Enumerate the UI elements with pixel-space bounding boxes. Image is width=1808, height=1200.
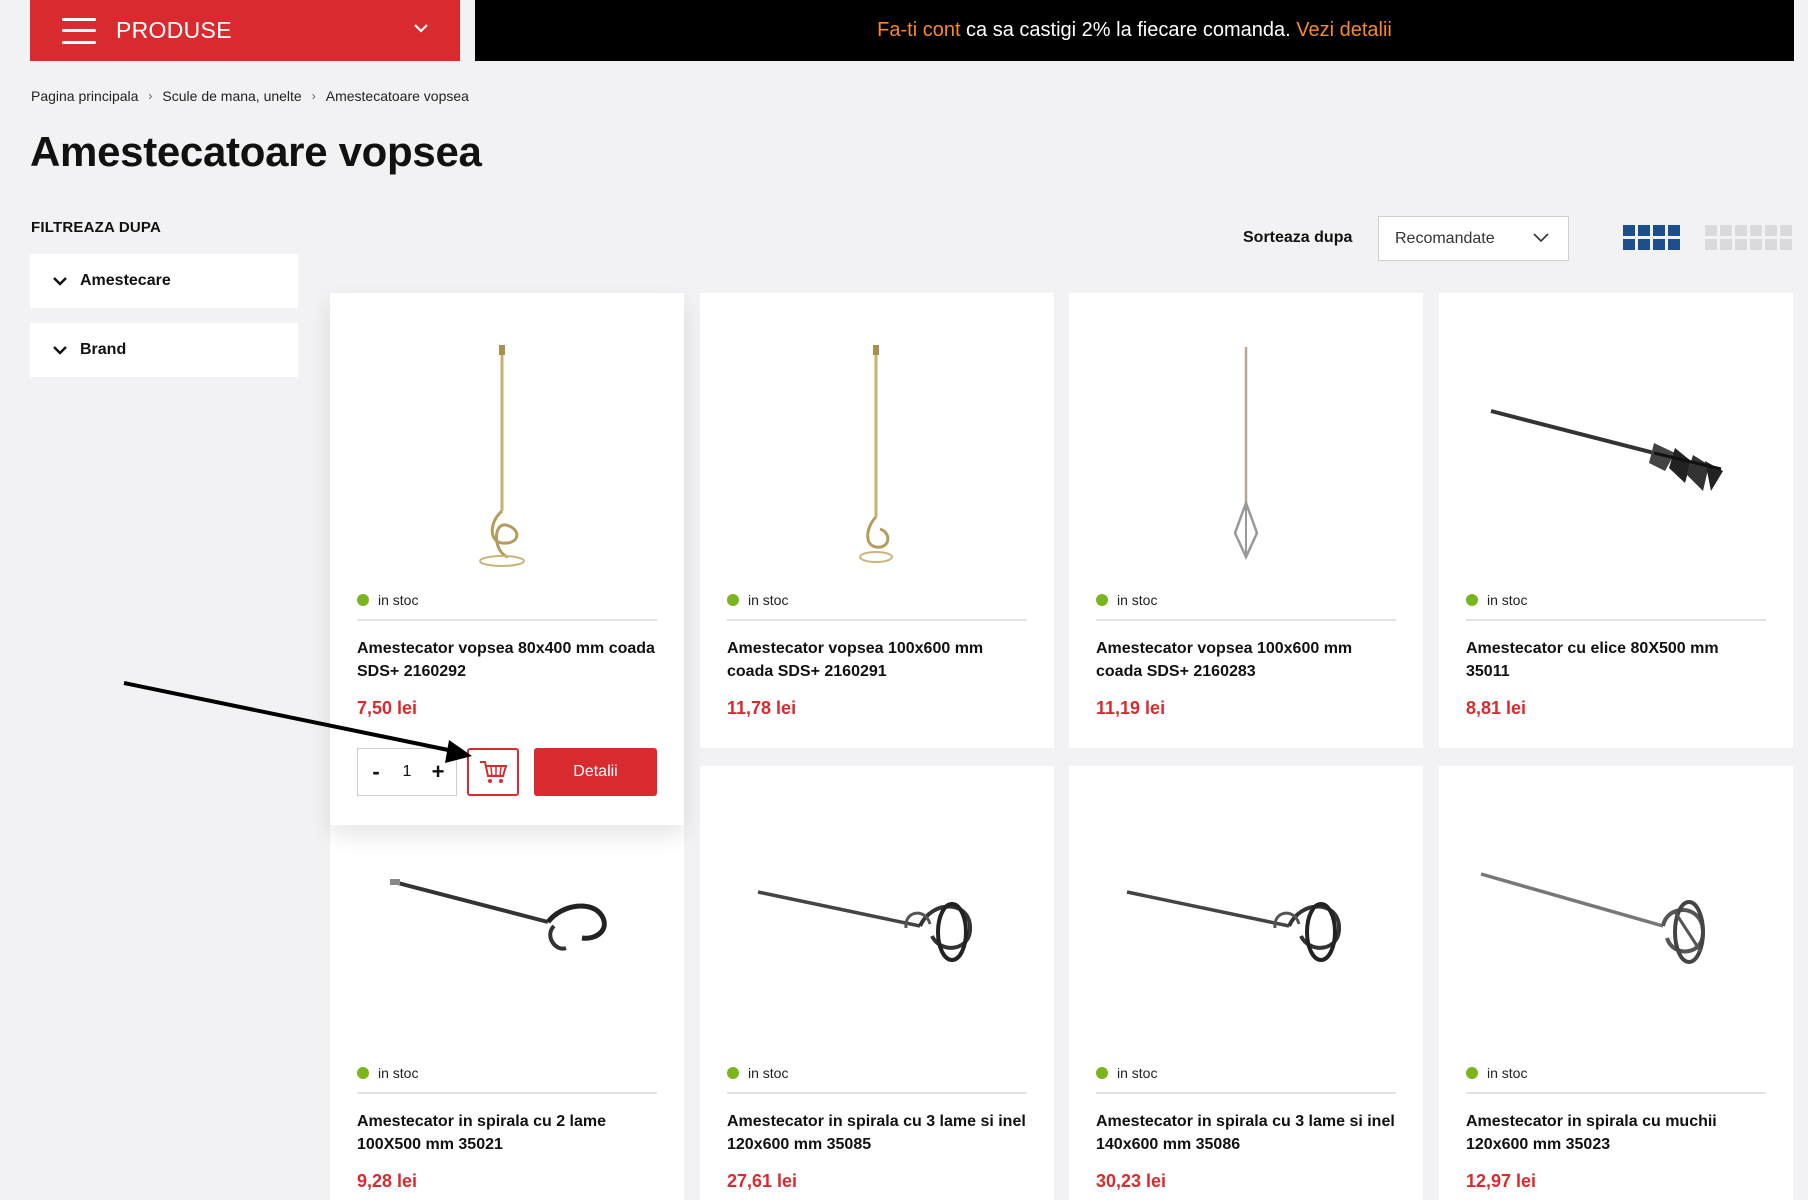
product-price: 11,78 lei: [727, 698, 797, 718]
divider: [357, 619, 657, 621]
filter-label: Amestecare: [80, 272, 171, 289]
in-stock-dot-icon: [357, 594, 369, 606]
breadcrumb: Pagina principala › Scule de mana, unelt…: [31, 88, 469, 104]
sort-selected-value: Recomandate: [1395, 229, 1495, 247]
product-card[interactable]: in stoc Amestecator vopsea 100x600 mm co…: [700, 293, 1054, 748]
sort-label: Sorteaza dupa: [1243, 229, 1353, 246]
stock-status: in stoc: [727, 592, 788, 608]
product-name[interactable]: Amestecator cu elice 80X500 mm 35011: [1466, 637, 1766, 683]
in-stock-dot-icon: [727, 1067, 739, 1079]
products-menu-button[interactable]: PRODUSE: [30, 0, 460, 61]
in-stock-dot-icon: [1096, 594, 1108, 606]
promo-banner: Fa-ti cont ca sa castigi 2% la fiecare c…: [475, 0, 1794, 61]
product-card[interactable]: in stoc Amestecator in spirala cu 3 lame…: [700, 766, 1054, 1200]
product-name[interactable]: Amestecator vopsea 100x600 mm coada SDS+…: [727, 637, 1027, 683]
stock-status: in stoc: [1466, 592, 1527, 608]
hamburger-icon: [62, 17, 96, 44]
breadcrumb-current: Amestecatoare vopsea: [325, 88, 469, 104]
breadcrumb-category[interactable]: Scule de mana, unelte: [162, 88, 301, 104]
product-image[interactable]: [1069, 293, 1423, 578]
product-image[interactable]: [1069, 766, 1423, 1051]
product-card[interactable]: in stoc Amestecator vopsea 80x400 mm coa…: [330, 293, 684, 825]
create-account-link[interactable]: Fa-ti cont: [877, 19, 960, 42]
product-name[interactable]: Amestecator in spirala cu 3 lame si inel…: [727, 1110, 1027, 1156]
divider: [1096, 1092, 1396, 1094]
stock-status: in stoc: [357, 592, 418, 608]
product-image[interactable]: [700, 766, 1054, 1051]
divider: [727, 619, 1027, 621]
quantity-stepper: - 1 +: [357, 748, 457, 796]
in-stock-dot-icon: [1466, 1067, 1478, 1079]
stock-status: in stoc: [1466, 1065, 1527, 1081]
in-stock-dot-icon: [1466, 594, 1478, 606]
quantity-value[interactable]: 1: [403, 763, 412, 781]
quantity-increase-button[interactable]: +: [430, 759, 446, 785]
products-menu-label: PRODUSE: [116, 17, 232, 43]
stock-status: in stoc: [727, 1065, 788, 1081]
product-price: 9,28 lei: [357, 1171, 418, 1191]
product-image[interactable]: [700, 293, 1054, 578]
in-stock-dot-icon: [357, 1067, 369, 1079]
product-price: 12,97 lei: [1466, 1171, 1537, 1191]
cart-icon: [480, 761, 508, 783]
product-price: 27,61 lei: [727, 1171, 798, 1191]
breadcrumb-separator: ›: [311, 89, 316, 103]
stock-status: in stoc: [1096, 1065, 1157, 1081]
promo-details-link[interactable]: Vezi detalii: [1296, 19, 1392, 42]
stock-status: in stoc: [357, 1065, 418, 1081]
product-card[interactable]: in stoc Amestecator in spirala cu 2 lame…: [330, 766, 684, 1200]
product-price: 30,23 lei: [1096, 1171, 1167, 1191]
product-image[interactable]: [1439, 766, 1793, 1051]
page-title: Amestecatoare vopsea: [30, 128, 482, 175]
product-name[interactable]: Amestecator vopsea 100x600 mm coada SDS+…: [1096, 637, 1396, 683]
divider: [1466, 619, 1766, 621]
product-price: 8,81 lei: [1466, 698, 1527, 718]
chevron-down-icon: [414, 24, 428, 33]
product-card[interactable]: in stoc Amestecator in spirala cu muchii…: [1439, 766, 1793, 1200]
product-card[interactable]: in stoc Amestecator vopsea 100x600 mm co…: [1069, 293, 1423, 748]
product-name[interactable]: Amestecator vopsea 80x400 mm coada SDS+ …: [357, 637, 657, 683]
product-image[interactable]: [1439, 293, 1793, 578]
chevron-down-icon: [53, 346, 67, 355]
grid-view-4-icon[interactable]: [1623, 225, 1680, 250]
product-price: 11,19 lei: [1096, 698, 1166, 718]
product-price: 7,50 lei: [357, 698, 418, 718]
divider: [357, 1092, 657, 1094]
product-name[interactable]: Amestecator in spirala cu 3 lame si inel…: [1096, 1110, 1396, 1156]
divider: [1466, 1092, 1766, 1094]
divider: [1096, 619, 1396, 621]
product-image[interactable]: [330, 293, 684, 578]
product-card[interactable]: in stoc Amestecator cu elice 80X500 mm 3…: [1439, 293, 1793, 748]
filter-brand[interactable]: Brand: [30, 323, 298, 377]
details-button[interactable]: Detalii: [534, 748, 657, 796]
product-name[interactable]: Amestecator in spirala cu muchii 120x600…: [1466, 1110, 1766, 1156]
add-to-cart-button[interactable]: [467, 748, 519, 796]
in-stock-dot-icon: [727, 594, 739, 606]
breadcrumb-home[interactable]: Pagina principala: [31, 88, 138, 104]
chevron-down-icon: [1533, 233, 1549, 243]
promo-text: ca sa castigi 2% la fiecare comanda.: [960, 19, 1297, 41]
sort-select[interactable]: Recomandate: [1378, 216, 1569, 261]
filter-title: FILTREAZA DUPA: [31, 219, 162, 236]
divider: [727, 1092, 1027, 1094]
in-stock-dot-icon: [1096, 1067, 1108, 1079]
stock-status: in stoc: [1096, 592, 1157, 608]
breadcrumb-separator: ›: [148, 89, 153, 103]
product-card[interactable]: in stoc Amestecator in spirala cu 3 lame…: [1069, 766, 1423, 1200]
filter-amestecare[interactable]: Amestecare: [30, 254, 298, 308]
filter-label: Brand: [80, 341, 127, 358]
chevron-down-icon: [53, 277, 67, 286]
product-name[interactable]: Amestecator in spirala cu 2 lame 100X500…: [357, 1110, 657, 1156]
grid-view-6-icon[interactable]: [1705, 225, 1792, 250]
quantity-decrease-button[interactable]: -: [368, 759, 384, 785]
